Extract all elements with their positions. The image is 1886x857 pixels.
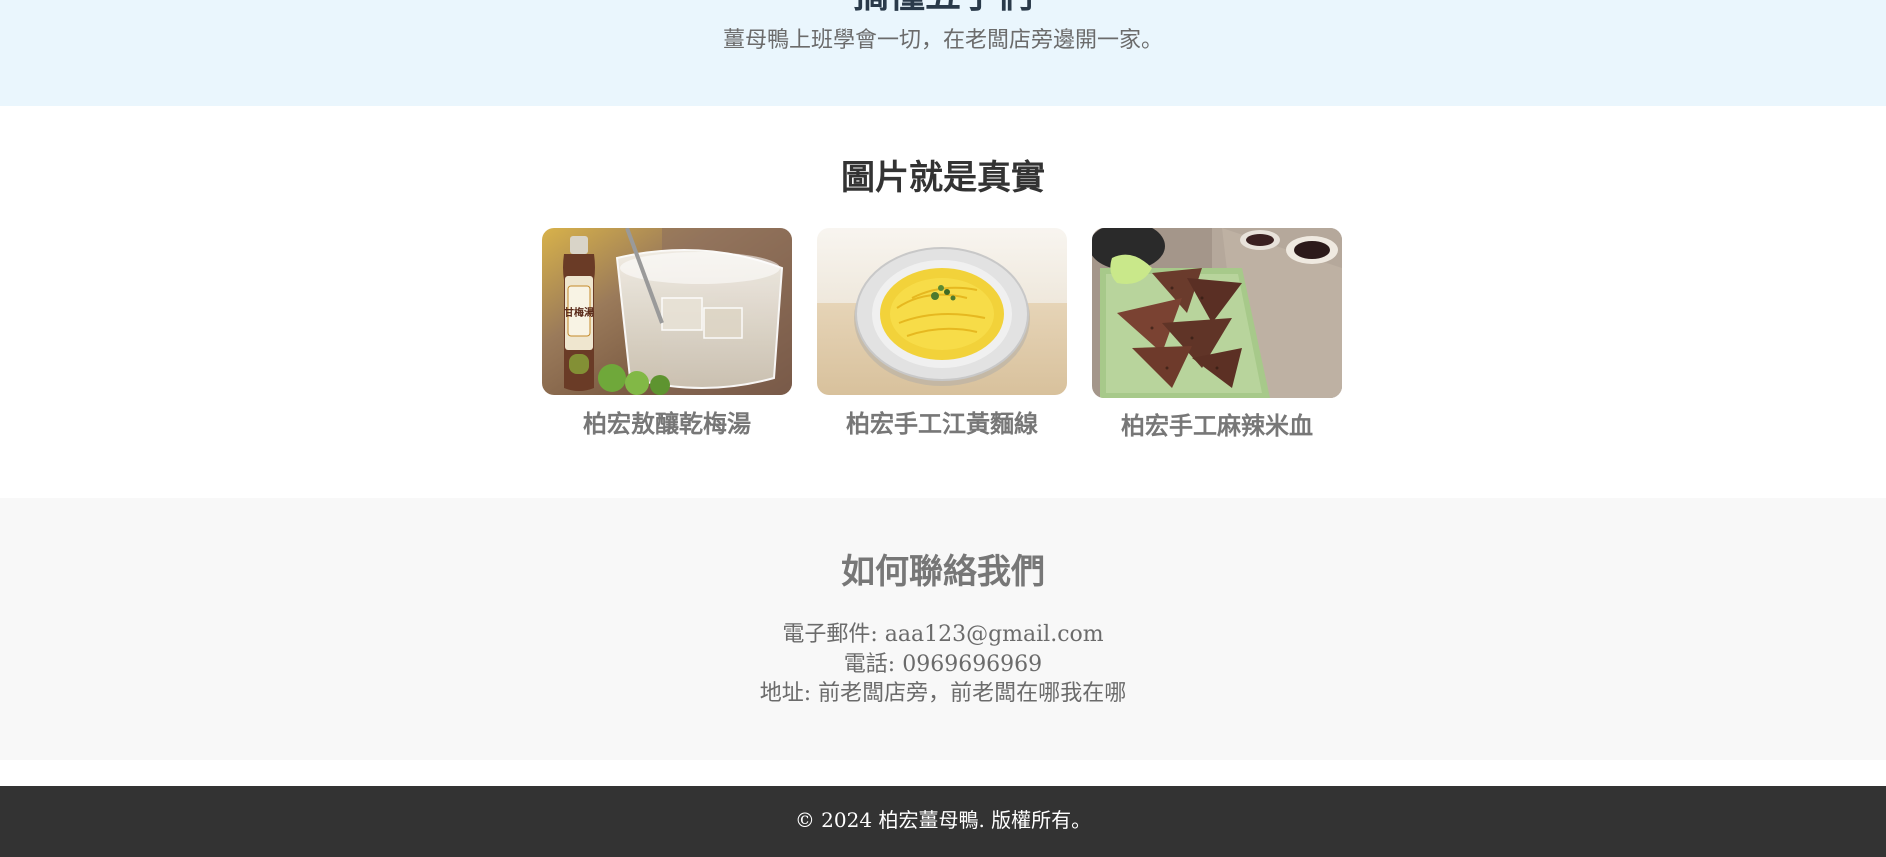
product-card-rice-cake: 柏宏手工麻辣米血 bbox=[1092, 228, 1342, 441]
plum-drink-illustration: 甘梅湯 bbox=[542, 228, 792, 395]
contact-title: 如何聯絡我們 bbox=[841, 552, 1045, 592]
about-text: 薑母鴨上班學會一切，在老闆店旁邊開一家。 bbox=[722, 28, 1163, 53]
contact-info: 電子郵件: aaa123@gmail.com 電話: 0969696969 地址… bbox=[0, 620, 1886, 709]
gallery-title: 圖片就是真實 bbox=[841, 158, 1045, 198]
contact-address: 地址: 前老闆店旁，前老闆在哪我在哪 bbox=[759, 681, 1127, 706]
gallery-section: 圖片就是真實 甘梅湯 柏宏敖釀乾梅湯 柏宏手工江黃麵線 柏宏手工麻辣米血 bbox=[0, 106, 1886, 498]
product-label-rice-cake: 柏宏手工麻辣米血 bbox=[1121, 412, 1313, 440]
footer-copyright: © 2024 柏宏薑母鴨. 版權所有。 bbox=[794, 808, 1092, 832]
contact-section: 如何聯絡我們 電子郵件: aaa123@gmail.com 電話: 096969… bbox=[0, 498, 1886, 760]
about-heading: 搞懂五子們 bbox=[0, 0, 1886, 14]
contact-phone: 電話: 0969696969 bbox=[843, 651, 1043, 677]
noodle-plate-photo bbox=[817, 228, 1067, 395]
rice-cake-illustration bbox=[1092, 228, 1342, 398]
about-section: 搞懂五子們 薑母鴨上班學會一切，在老闆店旁邊開一家。 bbox=[0, 0, 1886, 106]
product-card-noodles: 柏宏手工江黃麵線 bbox=[817, 228, 1067, 439]
product-label-noodles: 柏宏手工江黃麵線 bbox=[846, 410, 1038, 438]
plum-drink-photo: 甘梅湯 bbox=[542, 228, 792, 395]
noodle-plate-illustration bbox=[817, 228, 1067, 395]
product-label-plum-drink: 柏宏敖釀乾梅湯 bbox=[583, 410, 751, 438]
product-card-plum-drink: 甘梅湯 柏宏敖釀乾梅湯 bbox=[542, 228, 792, 439]
contact-email: 電子郵件: aaa123@gmail.com bbox=[782, 622, 1104, 647]
spicy-rice-cake-photo bbox=[1092, 228, 1342, 398]
bottle-label-text: 甘梅湯 bbox=[564, 306, 594, 319]
page-footer: © 2024 柏宏薑母鴨. 版權所有。 bbox=[0, 786, 1886, 857]
